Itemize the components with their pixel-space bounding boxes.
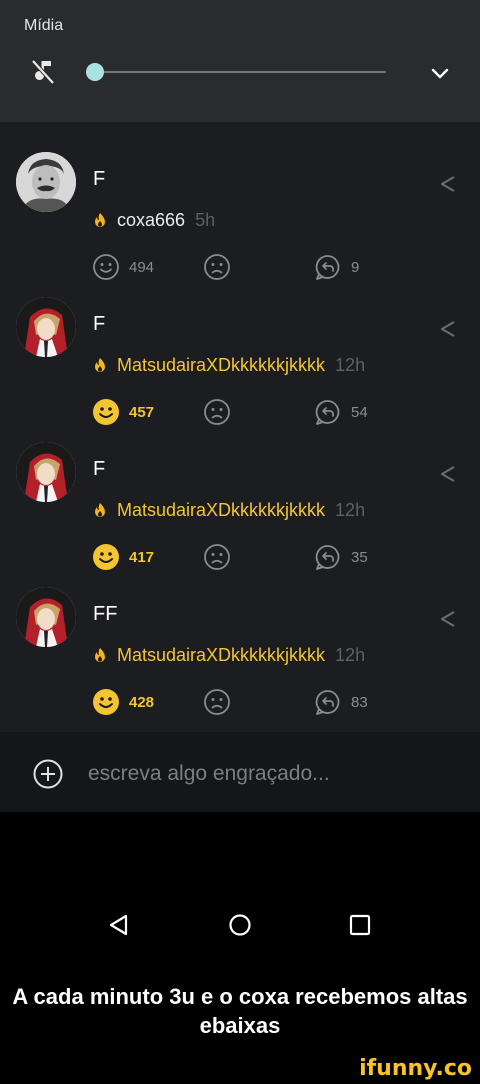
comment-text: F [93,458,106,480]
reply-bubble-icon [315,690,340,715]
smile-active-icon [93,399,119,425]
comment-meta: coxa666 5h [93,210,215,231]
reply-bubble-icon [315,255,340,280]
comment-item[interactable]: F MatsudairaXDkkkkkkjkkkk 12h 417 35 [0,430,480,575]
comment-actions: 494 9 [0,252,480,282]
comment-item[interactable]: Fcoxa666 5h 494 9 [0,140,480,285]
media-volume-panel: Mídia [0,0,480,122]
frown-icon [204,689,230,715]
comment-username[interactable]: MatsudairaXDkkkkkkjkkkk [117,500,325,520]
unsmile-button[interactable] [203,542,231,572]
system-navigation-bar [0,886,480,962]
comment-meta: MatsudairaXDkkkkkkjkkkk 12h [93,645,365,666]
music-note-off-icon[interactable] [30,58,56,86]
reply-button[interactable]: 9 [314,252,359,282]
comment-composer [0,732,480,812]
comment-text: FF [93,603,118,625]
slider-track [94,71,386,73]
comment-username[interactable]: coxa666 [117,210,185,230]
comment-text: F [93,168,106,190]
avatar[interactable] [16,442,76,502]
smile-icon [93,254,119,280]
recents-square-icon[interactable] [347,912,373,938]
chevron-down-icon[interactable] [428,62,452,86]
comment-input[interactable] [88,758,448,790]
share-icon[interactable] [436,317,460,341]
reply-bubble-icon [315,545,340,570]
comment-time: 12h [335,645,366,665]
reply-button[interactable]: 35 [314,542,368,572]
unsmile-button[interactable] [203,397,231,427]
comment-username[interactable]: MatsudairaXDkkkkkkjkkkk [117,355,325,375]
comment-username[interactable]: MatsudairaXDkkkkkkjkkkk [117,645,325,665]
comment-meta: MatsudairaXDkkkkkkjkkkk 12h [93,500,365,521]
reply-bubble-icon [315,400,340,425]
comment-actions: 417 35 [0,542,480,572]
comment-time: 12h [335,500,366,520]
ifunny-watermark: ifunny.co [359,1056,472,1081]
smile-button[interactable]: 494 [92,252,154,282]
home-circle-icon[interactable] [227,912,253,938]
frown-icon [204,544,230,570]
comment-text: F [93,313,106,335]
smile-active-icon [93,689,119,715]
smile-count: 457 [129,403,155,421]
back-triangle-icon[interactable] [106,912,132,938]
avatar[interactable] [16,297,76,357]
smile-button[interactable]: 417 [92,542,154,572]
share-icon[interactable] [436,462,460,486]
reply-count: 54 [351,403,368,421]
avatar[interactable] [16,587,76,647]
share-icon[interactable] [436,607,460,631]
smile-button[interactable]: 457 [92,397,154,427]
comment-time: 12h [335,355,366,375]
unsmile-button[interactable] [203,687,231,717]
volume-slider[interactable] [86,62,386,82]
slider-thumb[interactable] [86,63,104,81]
smile-count: 494 [129,258,155,276]
frown-icon [204,399,230,425]
comment-meta: MatsudairaXDkkkkkkjkkkk 12h [93,355,365,376]
comment-time: 5h [195,210,216,230]
comment-actions: 457 54 [0,397,480,427]
media-title: Mídia [24,17,64,34]
unsmile-button[interactable] [203,252,231,282]
comments-feed[interactable]: Fcoxa666 5h 494 9 F MatsudairaXDkkkkkkjkkkk 12… [0,122,480,732]
reply-count: 9 [351,258,360,276]
smile-active-icon [93,544,119,570]
reply-count: 35 [351,548,368,566]
frown-icon [204,254,230,280]
avatar[interactable] [16,152,76,212]
meme-caption: A cada minuto 3u e o coxa recebemos alta… [12,984,468,1038]
add-circle-icon[interactable] [32,758,64,790]
smile-count: 428 [129,693,155,711]
reply-count: 83 [351,693,368,711]
smile-button[interactable]: 428 [92,687,154,717]
reply-button[interactable]: 83 [314,687,368,717]
flame-icon [95,503,105,517]
smile-count: 417 [129,548,155,566]
comment-item[interactable]: F MatsudairaXDkkkkkkjkkkk 12h 457 54 [0,285,480,430]
flame-icon [95,648,105,662]
comment-item[interactable]: FF MatsudairaXDkkkkkkjkkkk 12h 428 83 [0,575,480,720]
comment-actions: 428 83 [0,687,480,717]
reply-button[interactable]: 54 [314,397,368,427]
share-icon[interactable] [436,172,460,196]
flame-icon [95,213,105,227]
flame-icon [95,358,105,372]
